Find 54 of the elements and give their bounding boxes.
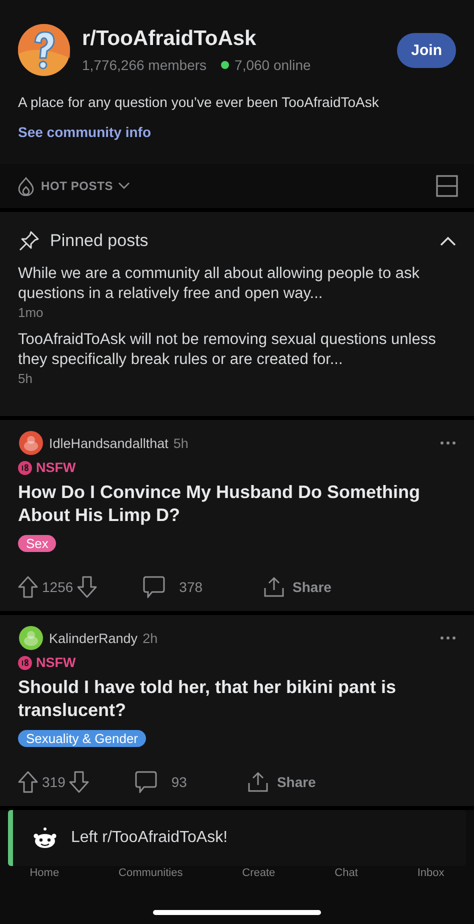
- snoo-icon: [33, 826, 57, 850]
- downvote-icon[interactable]: [77, 576, 98, 598]
- community-name: r/TooAfraidToAsk: [82, 27, 258, 51]
- nsfw-label: NSFW: [36, 460, 76, 475]
- tab-label[interactable]: Communities: [118, 867, 183, 879]
- chevron-down-icon: [118, 182, 130, 190]
- community-description: A place for any question you’ve ever been TooAfraidToAsk: [18, 94, 380, 110]
- user-avatar-icon: [18, 625, 44, 651]
- share-icon: [262, 576, 285, 598]
- post-author[interactable]: IdleHandsandallthat: [49, 436, 168, 450]
- nsfw-label: NSFW: [36, 655, 76, 670]
- tab-label[interactable]: Home: [30, 867, 60, 879]
- pin-icon: [18, 230, 40, 252]
- pinned-post-text[interactable]: While we are a community all about allowing people to ask questions in a relatively free and open way...: [18, 264, 456, 304]
- post-age: 5h: [18, 371, 32, 386]
- vote-count: 1256: [42, 579, 74, 595]
- share-button[interactable]: Share: [246, 771, 316, 793]
- community-info-link[interactable]: See community info: [18, 124, 152, 140]
- comment-count: 93: [171, 774, 187, 790]
- online-count: 7,060 online: [234, 57, 311, 73]
- post-title[interactable]: How Do I Convince My Husband Do Something About His Limp D?: [18, 481, 456, 527]
- post-age: 1mo: [18, 305, 44, 320]
- post-title[interactable]: Should I have told her, that her bikini pant is translucent?: [18, 676, 456, 722]
- share-icon: [246, 771, 269, 793]
- member-count: 1,776,266 members: [82, 57, 207, 73]
- card-layout-icon[interactable]: [436, 175, 458, 197]
- sort-dropdown[interactable]: HOT POSTS: [16, 176, 130, 196]
- more-options-icon[interactable]: [440, 441, 456, 445]
- more-options-icon[interactable]: [440, 636, 456, 640]
- share-button[interactable]: Share: [262, 576, 332, 598]
- upvote-icon[interactable]: [18, 771, 38, 793]
- upvote-icon[interactable]: [18, 576, 38, 598]
- post-flair: Sexuality & Gender: [18, 730, 146, 747]
- post-author[interactable]: KalinderRandy: [49, 630, 138, 646]
- pinned-title: Pinned posts: [50, 231, 150, 251]
- downvote-icon[interactable]: [69, 771, 90, 793]
- post-age: 5h: [173, 436, 190, 450]
- vote-count: 319: [42, 774, 66, 790]
- comment-icon[interactable]: [135, 771, 158, 793]
- collapse-icon[interactable]: [440, 236, 456, 246]
- comment-count: 378: [179, 579, 203, 595]
- community-avatar-icon: [18, 24, 70, 76]
- tab-label[interactable]: Create: [242, 867, 276, 879]
- tab-label[interactable]: Chat: [334, 867, 358, 879]
- comment-icon[interactable]: [143, 576, 166, 598]
- online-dot-icon: [220, 61, 229, 69]
- toast-message: Left r/TooAfraidToAsk!: [71, 829, 228, 847]
- join-button[interactable]: Join: [397, 32, 456, 68]
- flame-icon: [16, 176, 36, 196]
- post-age: 2h: [142, 630, 159, 646]
- post-flair: Sex: [18, 535, 56, 552]
- tab-label[interactable]: Inbox: [417, 867, 444, 879]
- pinned-post-text[interactable]: TooAfraidToAsk will not be removing sexual questions unless they specifically break rules or are created for...: [18, 330, 456, 370]
- user-avatar-icon: [18, 430, 44, 456]
